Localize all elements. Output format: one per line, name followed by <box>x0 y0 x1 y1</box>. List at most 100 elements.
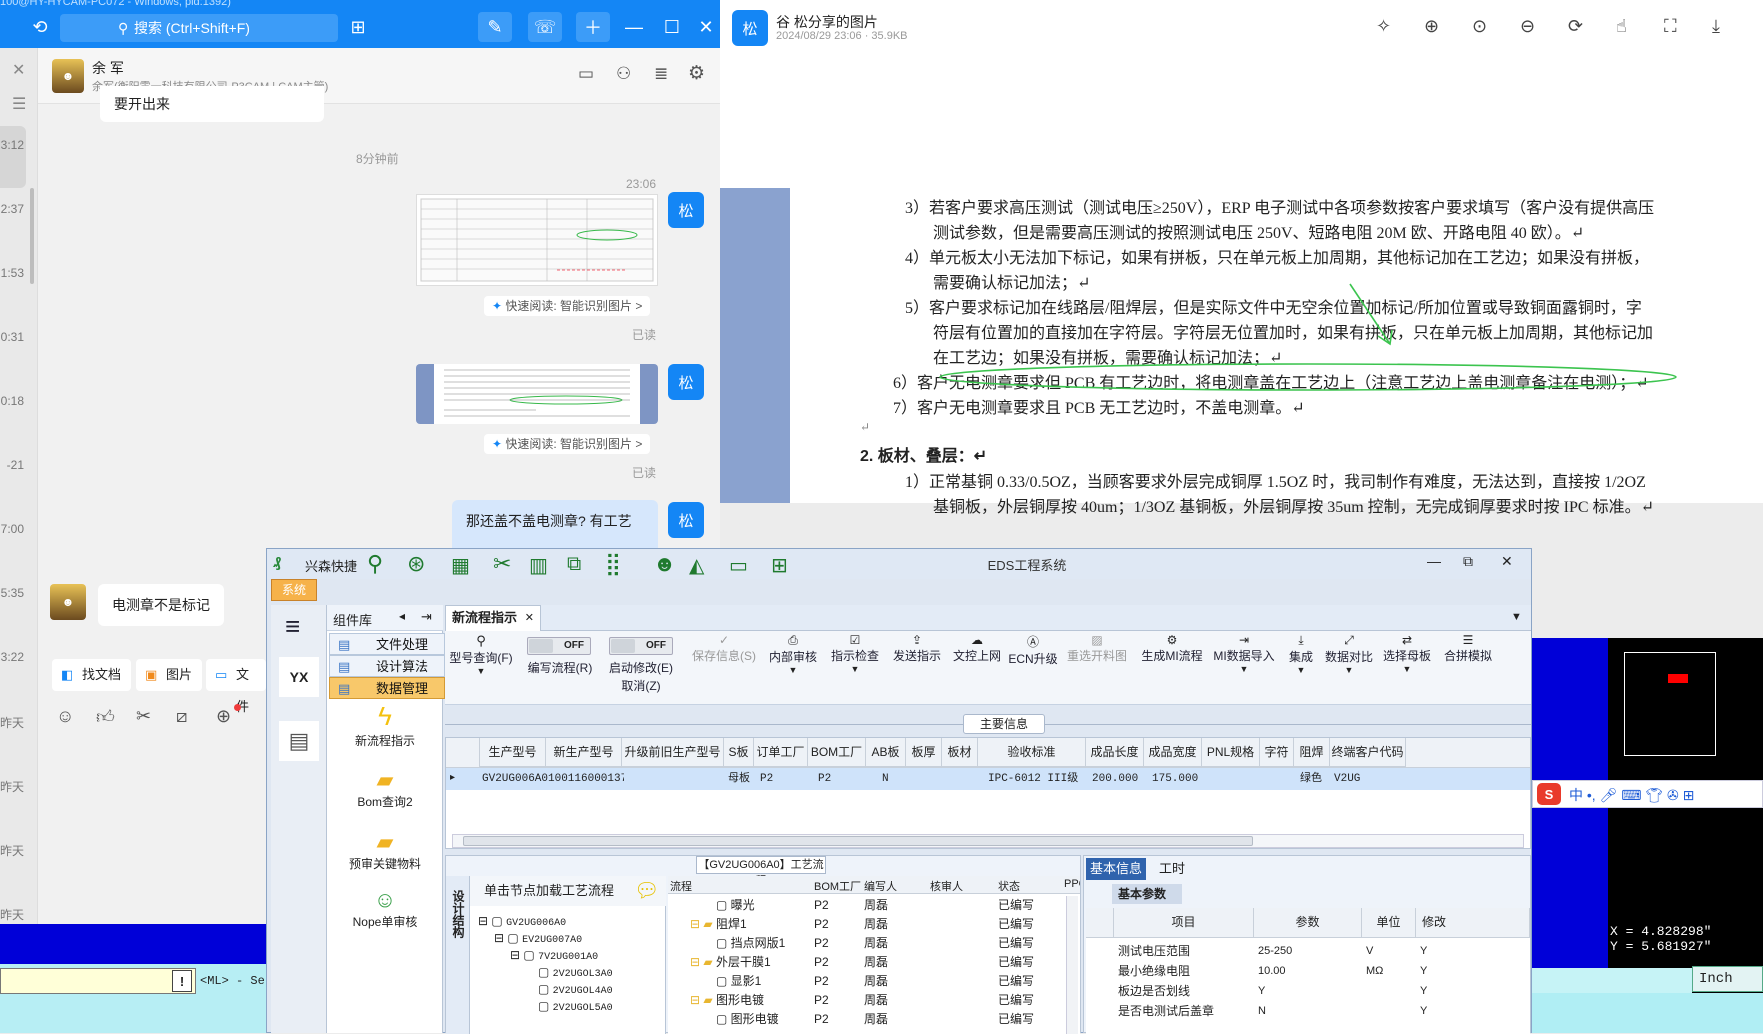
grid-header[interactable]: 订单工厂 <box>754 738 808 767</box>
flow-row[interactable]: ⊟ ▰ 阻焊1 <box>690 915 747 934</box>
params-header[interactable]: 修改 <box>1416 908 1530 938</box>
grid-cell[interactable]: P2 <box>760 768 800 790</box>
params-header[interactable]: 项目 <box>1114 908 1254 938</box>
quick-read-button[interactable]: ✦ 快速阅读: 智能识别图片 > <box>484 434 651 454</box>
dropdown-icon[interactable]: ▼ <box>1321 665 1377 675</box>
like-icon[interactable]: 👍︎ <box>96 706 115 728</box>
collapse-icon[interactable]: ◂ <box>399 609 405 623</box>
actual-size-icon[interactable]: ⊙ <box>1472 16 1487 37</box>
emoji-icon[interactable]: ☺ <box>56 706 74 727</box>
dropdown-icon[interactable]: ▼ <box>1209 664 1279 674</box>
flow-row[interactable]: ▢ 图形电镀 <box>716 1010 779 1029</box>
hamburger-icon[interactable]: ≡ <box>285 611 300 642</box>
grid-header[interactable]: 成品宽度 <box>1144 738 1202 767</box>
ecn-upgrade-button[interactable]: Ⓐ ECN升级 <box>1005 633 1061 667</box>
rail-scrollbar[interactable] <box>30 188 34 284</box>
internal-review-button[interactable]: ⎙ 内部审核 ▼ <box>765 633 821 675</box>
select-motherboard-button[interactable]: ⇄ 选择母板 ▼ <box>1379 633 1435 674</box>
dropdown-icon[interactable]: ▼ <box>765 665 821 675</box>
flow-header[interactable]: 编写人 <box>864 878 897 894</box>
warning-icon[interactable]: ! <box>172 970 192 992</box>
apps-icon[interactable]: ⊞ <box>342 13 374 41</box>
grid-header[interactable]: 终端客户代码 <box>1330 738 1406 767</box>
collapse-icon[interactable]: ⊟ ▢ <box>510 948 538 962</box>
dropdown-icon[interactable]: ▼ <box>827 664 883 674</box>
vertical-scrollbar[interactable] <box>1066 896 1078 1034</box>
slash-icon[interactable]: ⧄ <box>176 706 187 727</box>
model-query-button[interactable]: ⚲ 型号查询(F) ▼ <box>449 633 513 676</box>
flow-header[interactable]: 核审人 <box>930 878 963 894</box>
tree-node[interactable]: ▢ 2V2UGOL5A0 <box>538 997 613 1018</box>
sogou-icon[interactable]: S <box>1537 783 1561 805</box>
zoom-out-icon[interactable]: ⊖ <box>1520 16 1535 37</box>
contact-avatar[interactable]: ☻ <box>52 59 84 93</box>
image-thumbnail[interactable] <box>416 194 658 286</box>
edit-flow-toggle[interactable]: OFF <box>527 637 591 655</box>
grid-header[interactable]: AB板 <box>866 738 906 767</box>
grid-header[interactable]: BOM工厂 <box>808 738 866 767</box>
grid-header[interactable]: PNL规格 <box>1202 738 1260 767</box>
send-indication-button[interactable]: ⇪ 发送指示 <box>889 633 945 664</box>
flow-header[interactable]: BOM工厂 <box>814 878 861 894</box>
call-icon[interactable]: ☏ <box>528 12 562 42</box>
flow-row[interactable]: ⊟ ▰ 外层干膜1 <box>690 953 771 972</box>
params-header[interactable]: 参数 <box>1254 908 1362 938</box>
grid-header[interactable]: 验收标准 <box>978 738 1086 767</box>
grid-cell[interactable]: 10011600013706 <box>548 768 624 790</box>
image-thumbnail[interactable] <box>416 364 658 424</box>
mi-import-button[interactable]: ⇥ MI数据导入 ▼ <box>1209 633 1279 674</box>
my-avatar[interactable]: 松 <box>668 502 704 538</box>
folder-icon[interactable]: ▭ <box>578 64 594 84</box>
system-tab[interactable]: 系统 <box>271 579 317 601</box>
tool-new-flow[interactable]: ϟ 新流程指示 <box>329 701 441 749</box>
tab-work-hours[interactable]: 工时 <box>1152 858 1192 880</box>
param-value[interactable]: 25-250 <box>1258 942 1292 961</box>
search-history-icon[interactable]: ≣ <box>654 64 668 84</box>
grid-cell[interactable]: V2UG <box>1334 768 1404 790</box>
add-icon[interactable]: ＋ <box>576 12 610 42</box>
tool-nope-review[interactable]: ☺ Nope单审核 <box>329 887 441 930</box>
grid-header[interactable]: 阻焊 <box>1294 738 1330 767</box>
search-icon[interactable]: ⚲ <box>367 551 383 577</box>
message-bubble[interactable]: 要开出来 <box>100 86 324 122</box>
indication-check-button[interactable]: ☑ 指示检查 ▼ <box>827 633 883 674</box>
generate-mi-button[interactable]: ⚙ 生成MI流程 <box>1137 633 1207 664</box>
grid-header[interactable]: 新生产型号 <box>546 738 622 767</box>
yx-icon[interactable]: YX <box>279 657 319 697</box>
maximize-icon[interactable]: ☐ <box>656 13 688 41</box>
scrollbar-thumb[interactable] <box>463 836 1253 846</box>
file-chip[interactable]: ▭ 文件 <box>206 659 266 714</box>
save-info-button[interactable]: ✓ 保存信息(S) <box>689 633 759 664</box>
grid-header[interactable]: 生产型号 <box>480 738 546 767</box>
tree-side-tab[interactable]: 设计结构 <box>446 876 470 1034</box>
grid-header[interactable]: 成品长度 <box>1086 738 1144 767</box>
scissors-icon[interactable]: ✂ <box>493 551 511 577</box>
chevron-down-icon[interactable]: ▼ <box>1511 611 1522 623</box>
start-modify-toggle[interactable]: OFF <box>609 637 673 655</box>
grid-cell[interactable]: N <box>882 768 902 790</box>
unit-dropdown[interactable]: Inch <box>1692 966 1763 992</box>
grid-icon[interactable]: ⣿ <box>605 551 621 577</box>
quick-read-button[interactable]: ✦ 快速阅读: 智能识别图片 > <box>484 296 651 316</box>
history-icon[interactable]: ⟲ <box>24 13 56 41</box>
merge-simulation-button[interactable]: ☰ 合拼模拟 <box>1439 633 1497 664</box>
grid-cell[interactable]: 175.000 <box>1152 768 1206 790</box>
add-note-icon[interactable]: ⊕ <box>216 706 231 727</box>
help-icon[interactable]: ⊛ <box>407 551 425 577</box>
tab-basic-info[interactable]: 基本信息 <box>1086 858 1146 880</box>
minimize-icon[interactable]: — <box>618 13 650 41</box>
table-icon[interactable]: ▦ <box>451 553 470 578</box>
dropdown-icon[interactable]: ▼ <box>1379 664 1435 674</box>
flow-header[interactable]: 状态 <box>998 878 1020 894</box>
param-value[interactable]: N <box>1258 1002 1266 1021</box>
restore-icon[interactable]: ⧉ <box>1463 553 1473 570</box>
cancel-label[interactable]: 取消(Z) <box>601 677 681 694</box>
ime-tools[interactable]: 中 •, 🎤︎ ⌨ 👕︎ ✇ ⊞ <box>1569 785 1694 805</box>
close-icon[interactable]: ✕ <box>690 13 720 41</box>
my-avatar[interactable]: 松 <box>668 192 704 228</box>
message-bubble[interactable]: 电测章不是标记 <box>98 584 224 626</box>
settings-icon[interactable]: ⚙ <box>688 62 705 85</box>
grid-cell[interactable]: GV2UG006A0 <box>482 768 548 790</box>
scissors-icon[interactable]: ✂ <box>136 706 151 727</box>
category-data-management[interactable]: ▤ 数据管理 <box>329 677 445 699</box>
